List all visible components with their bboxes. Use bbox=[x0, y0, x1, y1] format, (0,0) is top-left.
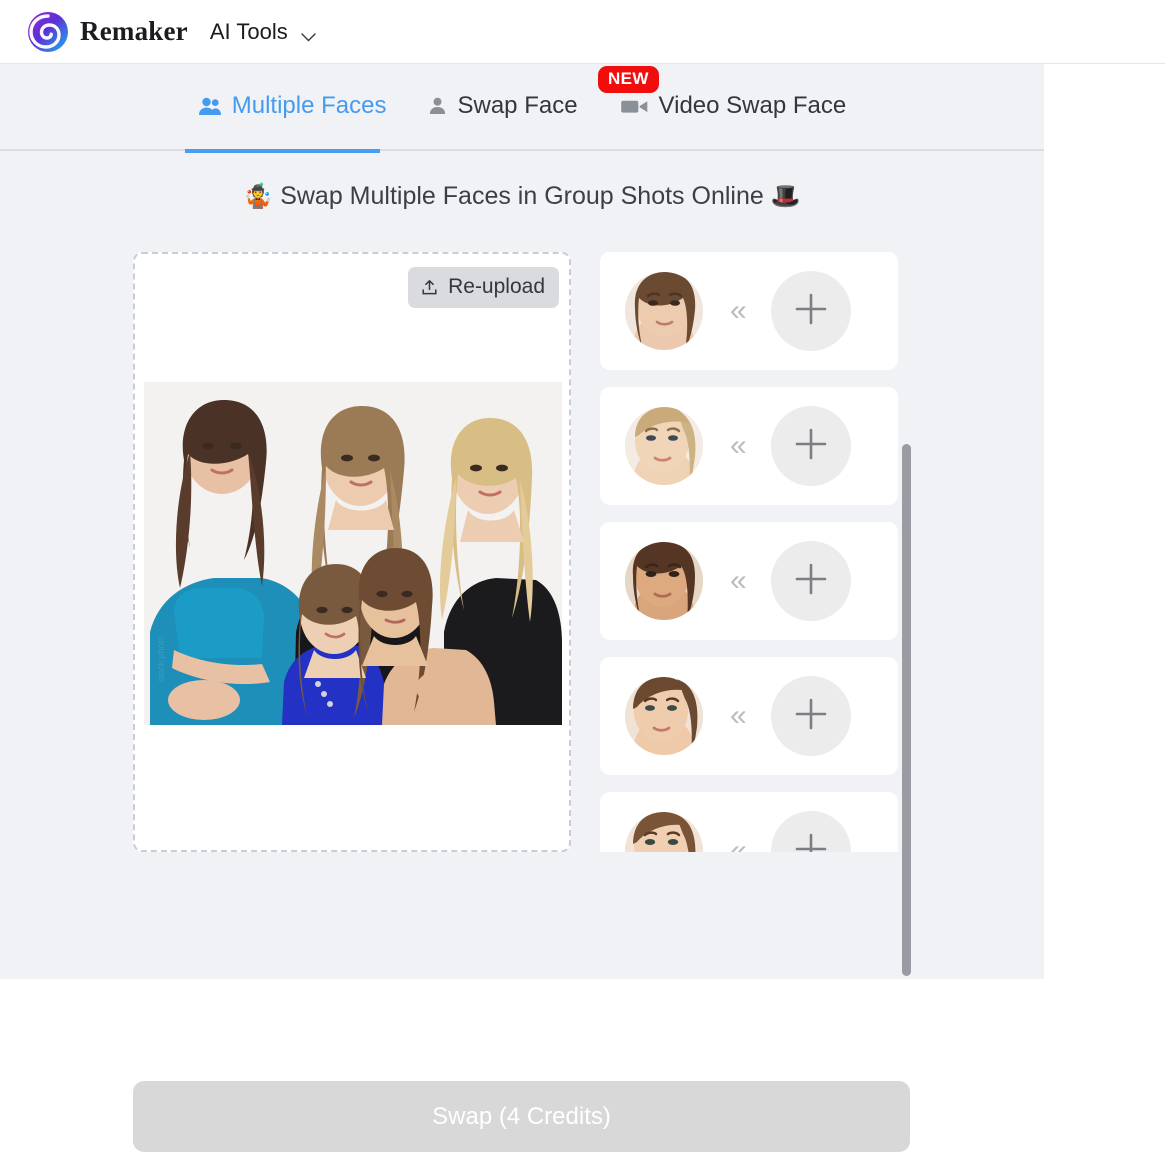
tab-bar: Multiple Faces Swap Face Video Swap Face… bbox=[0, 64, 1044, 153]
double-chevron-left-icon: « bbox=[730, 429, 747, 462]
detected-face-avatar[interactable] bbox=[625, 677, 703, 755]
video-camera-icon bbox=[620, 96, 649, 115]
main-panel: Multiple Faces Swap Face Video Swap Face… bbox=[0, 64, 1044, 1152]
detected-face-avatar[interactable] bbox=[625, 407, 703, 485]
tab-swap-face[interactable]: Swap Face bbox=[428, 91, 578, 122]
tab-video-swap-face-label: Video Swap Face bbox=[658, 91, 847, 119]
face-card[interactable]: « bbox=[600, 792, 898, 852]
face-card[interactable]: « bbox=[600, 522, 898, 640]
swap-button[interactable]: Swap (4 Credits) bbox=[133, 1081, 910, 1152]
tab-multiple-faces-label: Multiple Faces bbox=[231, 91, 387, 119]
page-title-text: Swap Multiple Faces in Group Shots Onlin… bbox=[280, 182, 764, 210]
add-target-face-button[interactable] bbox=[770, 676, 851, 756]
tab-video-swap-face[interactable]: Video Swap Face bbox=[620, 91, 847, 122]
double-chevron-left-icon: « bbox=[730, 564, 747, 597]
detected-face-avatar[interactable] bbox=[625, 542, 703, 620]
face-card[interactable]: « bbox=[600, 657, 898, 775]
ai-tools-label: AI Tools bbox=[209, 18, 288, 44]
tab-multiple-faces[interactable]: Multiple Faces bbox=[198, 91, 387, 122]
plus-icon bbox=[793, 561, 829, 602]
detected-face-avatar[interactable] bbox=[625, 272, 703, 350]
add-target-face-button[interactable] bbox=[770, 811, 851, 852]
svg-text:stock photo: stock photo bbox=[436, 396, 446, 442]
double-chevron-left-icon: « bbox=[730, 699, 747, 732]
double-chevron-left-icon: « bbox=[730, 294, 747, 327]
double-chevron-left-icon: « bbox=[730, 834, 747, 853]
add-target-face-button[interactable] bbox=[770, 406, 851, 486]
single-person-icon bbox=[428, 96, 447, 115]
face-card[interactable]: « bbox=[600, 387, 898, 505]
faces-scrollbar-thumb[interactable] bbox=[902, 444, 911, 976]
plus-icon bbox=[793, 291, 829, 332]
brand-name: Remaker bbox=[80, 16, 188, 46]
tab-swap-face-label: Swap Face bbox=[457, 91, 578, 119]
chevron-down-icon bbox=[301, 29, 316, 41]
plus-icon bbox=[793, 696, 829, 737]
uploaded-group-photo: stock photo stock photo stock photo bbox=[144, 382, 562, 725]
detected-faces-list[interactable]: « « « « « bbox=[600, 252, 912, 852]
multiple-faces-icon bbox=[198, 96, 222, 116]
svg-text:stock photo: stock photo bbox=[150, 396, 160, 442]
reupload-label: Re-upload bbox=[448, 275, 545, 298]
brand[interactable]: Remaker bbox=[27, 11, 188, 53]
svg-text:stock photo: stock photo bbox=[156, 636, 166, 682]
face-card[interactable]: « bbox=[600, 252, 898, 370]
upload-dropzone[interactable]: Re-upload stock photo stock photo stock … bbox=[133, 252, 571, 852]
detected-face-avatar[interactable] bbox=[625, 812, 703, 852]
remaker-spiral-logo-icon bbox=[27, 11, 69, 53]
plus-icon bbox=[793, 426, 829, 467]
page-title: 🤹 Swap Multiple Faces in Group Shots Onl… bbox=[0, 182, 1044, 211]
plus-icon bbox=[793, 831, 829, 852]
ai-tools-menu[interactable]: AI Tools bbox=[210, 19, 316, 45]
add-target-face-button[interactable] bbox=[770, 541, 851, 621]
jester-emoji: 🤹 bbox=[243, 183, 274, 210]
add-target-face-button[interactable] bbox=[770, 271, 851, 351]
reupload-button[interactable]: Re-upload bbox=[408, 267, 559, 308]
top-hat-emoji: 🎩 bbox=[770, 183, 801, 210]
active-tab-underline bbox=[185, 149, 380, 153]
upload-icon bbox=[420, 278, 439, 297]
app-header: Remaker AI Tools bbox=[0, 0, 1165, 64]
new-badge: NEW bbox=[598, 66, 659, 93]
